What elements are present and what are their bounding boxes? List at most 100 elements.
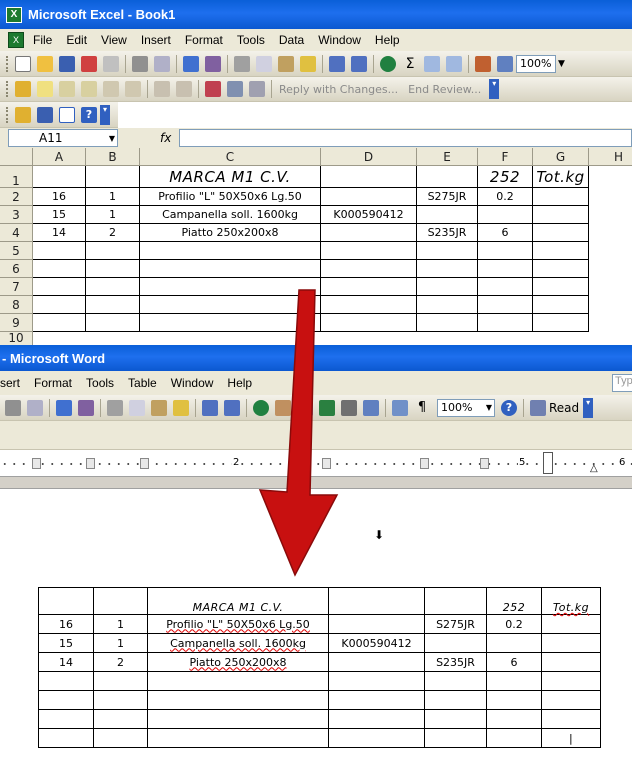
name-box[interactable]: A11 ▼ bbox=[8, 129, 118, 147]
table-cell[interactable] bbox=[424, 633, 487, 653]
word-menu-insert[interactable]: sert bbox=[0, 376, 27, 390]
folder-icon[interactable] bbox=[15, 81, 31, 97]
tab-stop-icon[interactable]: △ bbox=[590, 463, 598, 474]
indent-marker-icon[interactable] bbox=[543, 452, 553, 474]
table-cell[interactable] bbox=[328, 614, 425, 634]
show-comment-icon[interactable] bbox=[103, 81, 119, 97]
compare-icon[interactable] bbox=[249, 81, 265, 97]
table-cell[interactable] bbox=[93, 709, 148, 729]
read-button[interactable]: Read bbox=[549, 401, 579, 415]
help-icon[interactable]: ? bbox=[501, 399, 517, 416]
row-header-2[interactable]: 2 bbox=[0, 188, 33, 206]
function-icon[interactable]: fx bbox=[160, 131, 171, 145]
col-header-b[interactable]: B bbox=[86, 148, 140, 166]
table-cell[interactable] bbox=[424, 587, 487, 615]
table-cell[interactable]: 1 bbox=[93, 633, 148, 653]
row-header-5[interactable]: 5 bbox=[0, 242, 33, 260]
document-map-icon[interactable] bbox=[392, 399, 408, 416]
delete-comment-icon[interactable] bbox=[125, 81, 141, 97]
open-folder-icon[interactable] bbox=[15, 106, 31, 123]
hyperlink-icon[interactable] bbox=[380, 55, 396, 72]
cell[interactable] bbox=[417, 206, 478, 224]
table-cell[interactable] bbox=[147, 690, 329, 710]
col-header-d[interactable]: D bbox=[321, 148, 417, 166]
save-disk-icon[interactable] bbox=[37, 106, 53, 123]
table-cell[interactable]: 14 bbox=[38, 652, 94, 672]
table-cell[interactable]: 2 bbox=[93, 652, 148, 672]
select-all-corner[interactable] bbox=[0, 148, 33, 166]
column-marker[interactable] bbox=[480, 458, 489, 469]
word-menu-tools[interactable]: Tools bbox=[79, 376, 121, 390]
spelling-icon[interactable] bbox=[56, 399, 72, 416]
research-icon[interactable] bbox=[78, 399, 94, 416]
reply-with-changes-button[interactable]: Reply with Changes... bbox=[279, 83, 398, 96]
spelling-icon[interactable] bbox=[183, 55, 199, 72]
column-marker[interactable] bbox=[86, 458, 95, 469]
table-cell[interactable]: S235JR bbox=[424, 652, 487, 672]
col-header-a[interactable]: A bbox=[33, 148, 86, 166]
redo-icon[interactable] bbox=[224, 399, 240, 416]
table-cell[interactable]: 252 bbox=[486, 587, 542, 615]
row-header-7[interactable]: 7 bbox=[0, 278, 33, 296]
table-cell[interactable]: MARCA M1 C.V. bbox=[147, 587, 329, 615]
table-cell[interactable] bbox=[541, 671, 601, 691]
excel-title-bar[interactable]: X Microsoft Excel - Book1 bbox=[0, 0, 632, 29]
comment-icon[interactable] bbox=[37, 81, 53, 97]
paste-icon[interactable] bbox=[151, 399, 167, 416]
ink-icon[interactable] bbox=[154, 81, 170, 97]
table-cell[interactable]: 0.2 bbox=[486, 614, 542, 634]
cell[interactable] bbox=[478, 206, 533, 224]
cell[interactable]: 14 bbox=[33, 224, 86, 242]
chevron-down-icon[interactable]: ▼ bbox=[558, 59, 565, 69]
print-icon[interactable] bbox=[5, 399, 21, 416]
email-icon[interactable] bbox=[103, 55, 119, 72]
word-menu-table[interactable]: Table bbox=[121, 376, 164, 390]
chevron-down-icon[interactable]: ▼ bbox=[109, 134, 115, 143]
permission-icon[interactable] bbox=[81, 55, 97, 72]
chart-wizard-icon[interactable] bbox=[475, 55, 491, 72]
cell[interactable] bbox=[417, 166, 478, 188]
reviewing-pane-icon[interactable] bbox=[227, 81, 243, 97]
toolbar-options-icon[interactable]: ▾ bbox=[489, 79, 500, 99]
table-cell[interactable] bbox=[93, 671, 148, 691]
print-preview-icon[interactable] bbox=[154, 55, 170, 72]
track-changes-icon[interactable] bbox=[205, 81, 221, 97]
help-icon[interactable]: ? bbox=[81, 106, 97, 123]
chevron-down-icon[interactable]: ▼ bbox=[486, 403, 492, 412]
cut-icon[interactable] bbox=[234, 55, 250, 72]
word-zoom-select[interactable]: 100% ▼ bbox=[437, 398, 495, 417]
pilcrow-icon[interactable]: ¶ bbox=[414, 400, 430, 416]
excel-menu-data[interactable]: Data bbox=[272, 33, 311, 47]
table-cell[interactable] bbox=[38, 709, 94, 729]
copy-icon[interactable] bbox=[256, 55, 272, 72]
table-cell[interactable]: 6 bbox=[486, 652, 542, 672]
cell[interactable]: Campanella soll. 1600kg bbox=[140, 206, 321, 224]
table-cell[interactable] bbox=[328, 728, 425, 748]
excel-menu-edit[interactable]: Edit bbox=[59, 33, 94, 47]
drawing-icon[interactable] bbox=[497, 55, 513, 72]
row-header-4[interactable]: 4 bbox=[0, 224, 33, 242]
cell[interactable]: MARCA M1 C.V. bbox=[140, 166, 321, 188]
autosum-icon[interactable]: Σ bbox=[402, 56, 418, 72]
excel-menu-window[interactable]: Window bbox=[311, 33, 368, 47]
copy-icon[interactable] bbox=[129, 399, 145, 416]
table-cell[interactable] bbox=[328, 690, 425, 710]
sort-ascending-icon[interactable] bbox=[424, 55, 440, 72]
table-cell[interactable]: 16 bbox=[38, 614, 94, 634]
col-header-g[interactable]: G bbox=[533, 148, 589, 166]
cell[interactable] bbox=[533, 206, 589, 224]
cell[interactable]: Tot.kg bbox=[533, 166, 589, 188]
checkbox-icon[interactable] bbox=[59, 106, 75, 123]
table-cell[interactable]: 15 bbox=[38, 633, 94, 653]
col-header-c[interactable]: C bbox=[140, 148, 321, 166]
table-cell[interactable]: 1 bbox=[93, 614, 148, 634]
table-cell[interactable] bbox=[38, 587, 94, 615]
excel-menu-help[interactable]: Help bbox=[368, 33, 407, 47]
read-icon[interactable] bbox=[530, 399, 546, 416]
toolbar-grip[interactable] bbox=[6, 55, 9, 72]
table-cell[interactable]: Campanella soll. 1600kg bbox=[147, 633, 329, 653]
column-marker[interactable] bbox=[32, 458, 41, 469]
row-header-10[interactable]: 10 bbox=[0, 332, 33, 345]
table-cell[interactable] bbox=[38, 690, 94, 710]
toolbar-options-icon[interactable]: ▾ bbox=[583, 397, 594, 418]
